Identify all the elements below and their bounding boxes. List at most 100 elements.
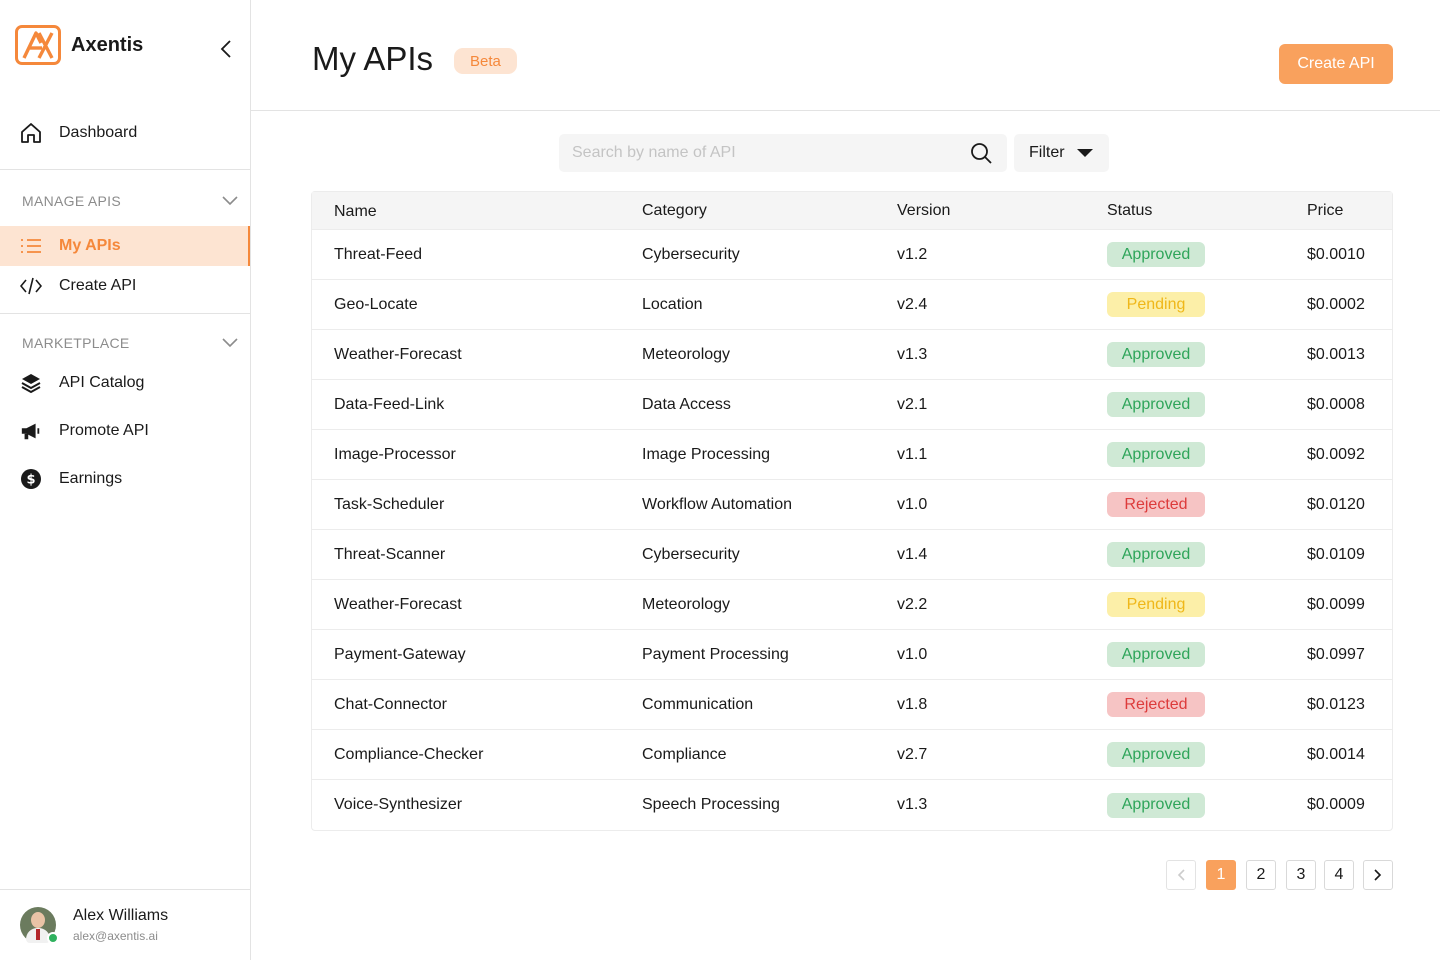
version-cell: v2.4 — [897, 295, 928, 313]
status-badge: Approved — [1107, 542, 1205, 567]
status-cell: Rejected — [1107, 480, 1307, 529]
status-badge: Rejected — [1107, 492, 1205, 517]
app-name: Axentis — [71, 33, 144, 56]
column-header-price[interactable]: Price — [1307, 192, 1392, 229]
sidebar-item-create-api[interactable]: Create API — [0, 266, 250, 306]
table-row[interactable]: Payment-Gateway Payment Processing v1.0 App… — [312, 630, 1392, 680]
version-cell: v1.0 — [897, 645, 928, 663]
search-input[interactable] — [559, 134, 949, 172]
user-name: Alex Williams — [73, 907, 169, 924]
sidebar-item-api-catalog[interactable]: API Catalog — [0, 363, 250, 403]
version-cell: v1.2 — [897, 245, 928, 263]
divider — [0, 169, 250, 170]
code-icon — [20, 275, 42, 297]
price-cell: $0.0008 — [1307, 395, 1365, 413]
previous-page-button[interactable] — [1166, 860, 1196, 890]
status-badge: Approved — [1107, 442, 1205, 467]
status-cell: Approved — [1107, 730, 1307, 779]
apis-table: Name Category Version Status Price Threa… — [311, 191, 1393, 831]
api-name-cell: Chat-Connector — [334, 695, 447, 713]
table-row[interactable]: Voice-Synthesizer Speech Processing v1.3 Ap… — [312, 780, 1392, 830]
table-row[interactable]: Task-Scheduler Workflow Automation v1.0 Rej… — [312, 480, 1392, 530]
status-badge: Pending — [1107, 292, 1205, 317]
status-badge: Approved — [1107, 242, 1205, 267]
sidebar-item-label: My APIs — [59, 237, 121, 254]
beta-badge: Beta — [454, 48, 517, 74]
status-cell: Pending — [1107, 280, 1307, 329]
column-header-name[interactable]: Name — [312, 192, 642, 229]
sidebar: Axentis Dashboard MANAGE APIS My APIs Cr… — [0, 0, 251, 960]
table-row[interactable]: Threat-Scanner Cybersecurity v1.4 Approved $… — [312, 530, 1392, 580]
version-cell: v1.3 — [897, 796, 928, 813]
api-name-cell: Image-Processor — [334, 445, 456, 463]
layers-icon — [20, 372, 42, 394]
price-cell: $0.0092 — [1307, 445, 1365, 463]
column-header-status[interactable]: Status — [1107, 192, 1307, 229]
create-api-button[interactable]: Create API — [1279, 44, 1393, 84]
table-body: Threat-Feed Cybersecurity v1.2 Approved $0.0… — [312, 230, 1392, 830]
column-header-version[interactable]: Version — [897, 192, 1107, 229]
home-icon — [20, 122, 42, 144]
sidebar-item-label: Dashboard — [59, 124, 138, 141]
category-cell: Speech Processing — [642, 796, 780, 813]
brand[interactable]: Axentis — [15, 25, 143, 65]
status-cell: Approved — [1107, 630, 1307, 679]
price-cell: $0.0997 — [1307, 645, 1365, 663]
version-cell: v1.1 — [897, 445, 928, 463]
column-header-category[interactable]: Category — [642, 192, 897, 229]
filter-dropdown[interactable]: Filter — [1014, 134, 1109, 172]
version-cell: v1.3 — [897, 345, 928, 363]
online-status-icon — [47, 932, 59, 944]
table-row[interactable]: Chat-Connector Communication v1.8 Rejected $… — [312, 680, 1392, 730]
page-button-4[interactable]: 4 — [1324, 860, 1354, 890]
page-title: My APIs — [312, 40, 434, 77]
next-page-button[interactable] — [1363, 860, 1393, 890]
search-icon[interactable] — [970, 142, 992, 164]
price-cell: $0.0002 — [1307, 295, 1365, 313]
table-row[interactable]: Weather-Forecast Meteorology v1.3 Approved $… — [312, 330, 1392, 380]
sidebar-item-earnings[interactable]: $ Earnings — [0, 459, 250, 499]
page-button-1[interactable]: 1 — [1206, 860, 1236, 890]
category-cell: Cybersecurity — [642, 545, 740, 563]
category-cell: Data Access — [642, 395, 731, 413]
table-header: Name Category Version Status Price — [312, 192, 1392, 230]
manage-apis-section-toggle[interactable]: MANAGE APIS — [22, 193, 238, 209]
version-cell: v1.8 — [897, 695, 928, 713]
price-cell: $0.0010 — [1307, 245, 1365, 263]
table-row[interactable]: Weather-Forecast Meteorology v2.2 Pending $0… — [312, 580, 1392, 630]
api-name-cell: Task-Scheduler — [334, 495, 445, 513]
list-icon — [20, 235, 42, 257]
api-name-cell: Weather-Forecast — [334, 595, 462, 613]
page-button-3[interactable]: 3 — [1286, 860, 1316, 890]
table-row[interactable]: Compliance-Checker Compliance v2.7 Approved… — [312, 730, 1392, 780]
sidebar-item-label: API Catalog — [59, 374, 145, 391]
status-badge: Pending — [1107, 592, 1205, 617]
sidebar-item-dashboard[interactable]: Dashboard — [0, 113, 250, 153]
page-button-2[interactable]: 2 — [1246, 860, 1276, 890]
avatar — [20, 907, 59, 944]
status-cell: Approved — [1107, 530, 1307, 579]
sidebar-item-my-apis[interactable]: My APIs — [0, 226, 250, 266]
chevron-left-icon — [1177, 869, 1185, 881]
user-profile[interactable]: Alex Williams alex@axentis.ai — [20, 907, 169, 944]
table-row[interactable]: Image-Processor Image Processing v1.1 Appro… — [312, 430, 1392, 480]
collapse-sidebar-button[interactable] — [216, 38, 236, 60]
price-cell: $0.0013 — [1307, 345, 1365, 363]
caret-down-icon — [1076, 149, 1093, 157]
version-cell: v1.4 — [897, 545, 928, 563]
table-row[interactable]: Data-Feed-Link Data Access v2.1 Approved $0.… — [312, 380, 1392, 430]
axentis-logo-icon — [15, 25, 61, 65]
table-row[interactable]: Geo-Locate Location v2.4 Pending $0.0002 — [312, 280, 1392, 330]
status-badge: Approved — [1107, 392, 1205, 417]
marketplace-section-toggle[interactable]: MARKETPLACE — [22, 335, 238, 351]
section-label: MARKETPLACE — [22, 335, 130, 351]
category-cell: Image Processing — [642, 445, 771, 463]
filter-label: Filter — [1029, 144, 1065, 161]
price-cell: $0.0014 — [1307, 745, 1365, 763]
category-cell: Workflow Automation — [642, 495, 792, 513]
version-cell: v2.7 — [897, 745, 928, 763]
dollar-circle-icon: $ — [20, 468, 42, 490]
table-row[interactable]: Threat-Feed Cybersecurity v1.2 Approved $0.0… — [312, 230, 1392, 280]
sidebar-item-label: Earnings — [59, 470, 123, 487]
sidebar-item-promote-api[interactable]: Promote API — [0, 411, 250, 451]
